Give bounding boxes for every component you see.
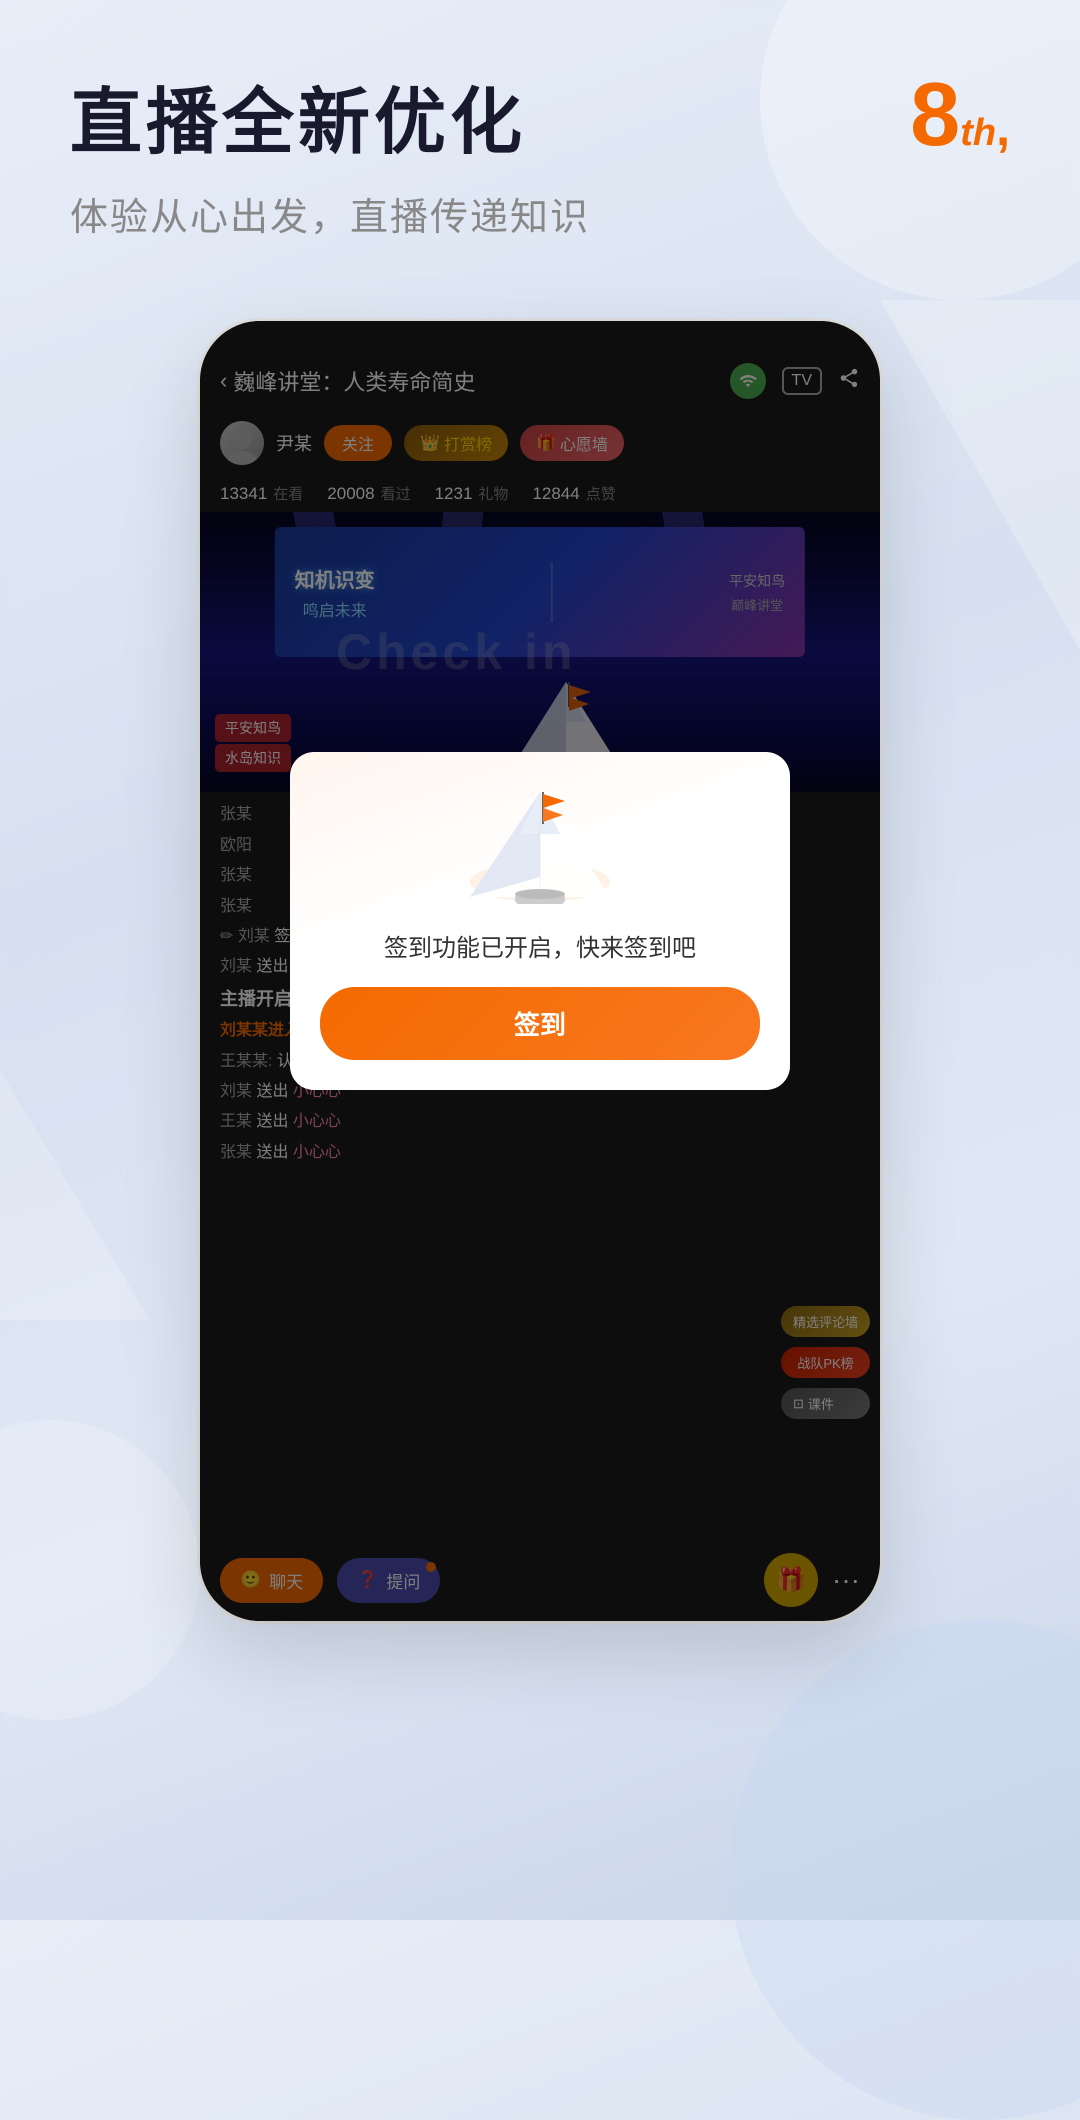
signin-popup: 签到功能已开启，快来签到吧 签到 xyxy=(290,752,790,1090)
mountain-illustration xyxy=(450,782,630,912)
badge-suffix: th xyxy=(960,112,996,155)
badge-number: 8 xyxy=(910,70,960,160)
signin-button[interactable]: 签到 xyxy=(320,987,760,1060)
header-section: 直播全新优化 8 th , 体验从心出发，直播传递知识 xyxy=(0,0,1080,281)
bg-triangle-2 xyxy=(0,1070,150,1320)
subtitle: 体验从心出发，直播传递知识 xyxy=(70,186,1010,241)
bg-decoration-3 xyxy=(730,1620,1080,2120)
popup-overlay: 签到功能已开启，快来签到吧 签到 xyxy=(200,321,880,1621)
badge-comma: , xyxy=(996,99,1010,157)
phone-container: ‹ 巍峰讲堂：人类寿命简史 TV xyxy=(200,321,880,1621)
bg-decoration-2 xyxy=(0,1420,200,1720)
phone-screen: ‹ 巍峰讲堂：人类寿命简史 TV xyxy=(200,321,880,1621)
bg-triangle-1 xyxy=(880,300,1080,650)
main-title: 直播全新优化 xyxy=(70,80,1010,166)
badge-8th: 8 th , xyxy=(910,70,1010,160)
popup-message: 签到功能已开启，快来签到吧 xyxy=(384,928,696,963)
phone-outer: ‹ 巍峰讲堂：人类寿命简史 TV xyxy=(200,321,880,1621)
